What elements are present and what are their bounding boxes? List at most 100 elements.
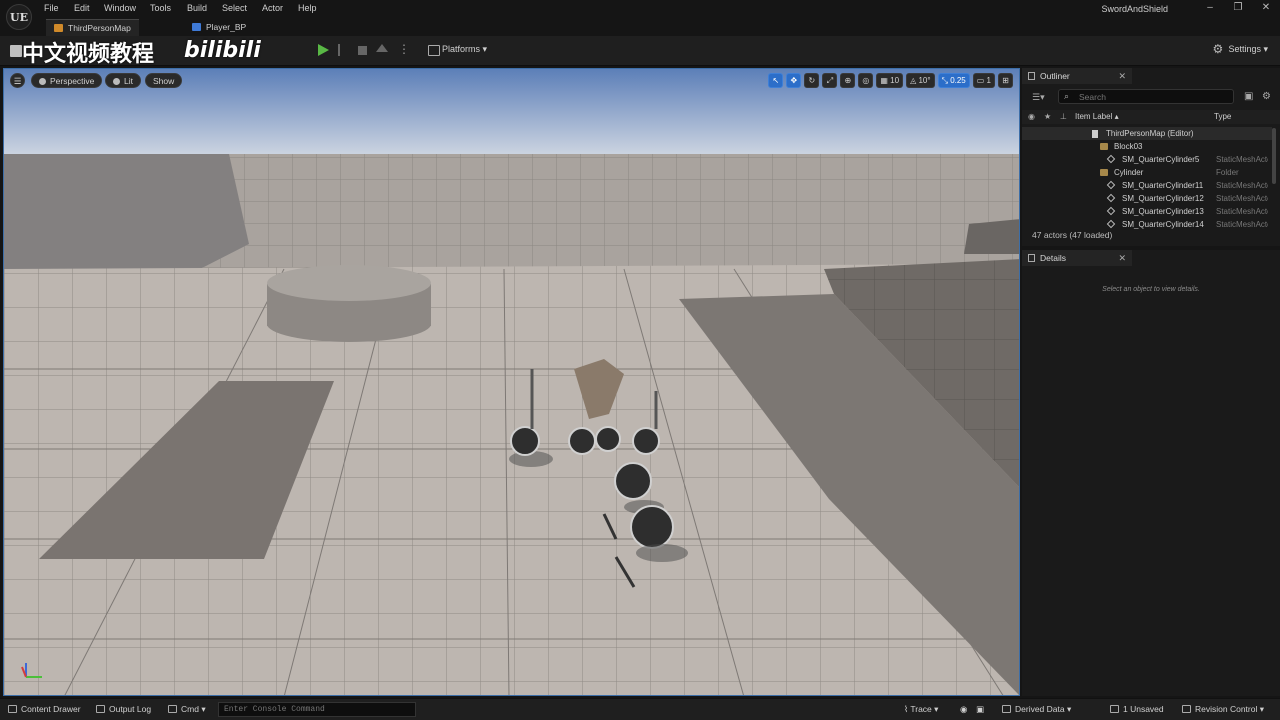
derived-data-label: Derived Data <box>1015 704 1065 714</box>
menu-help[interactable]: Help <box>298 3 317 13</box>
pin-icon[interactable]: ⊥ <box>1060 110 1067 124</box>
save-icon[interactable] <box>10 45 22 57</box>
tab-thirdpersonmap[interactable]: ThirdPersonMap <box>46 19 139 36</box>
outliner-column-header: ◉ ★ ⊥ Item Label ▴ Type <box>1022 110 1280 124</box>
skip-icon[interactable] <box>338 44 348 56</box>
rotate-tool-icon[interactable]: ↻ <box>804 73 820 88</box>
menu-edit[interactable]: Edit <box>74 3 90 13</box>
camera-speed-button[interactable]: ▭ 1 <box>972 73 995 88</box>
details-empty-message: Select an object to view details. <box>1102 286 1200 293</box>
maximize-button[interactable]: ❐ <box>1224 1 1252 15</box>
mesh-icon <box>1106 219 1116 229</box>
outliner-row[interactable]: ThirdPersonMap (Editor) <box>1022 127 1272 140</box>
translate-tool-icon[interactable]: ✥ <box>786 73 802 88</box>
content-drawer-icon <box>8 705 17 713</box>
menu-actor[interactable]: Actor <box>262 3 283 13</box>
minimize-button[interactable]: – <box>1196 1 1224 15</box>
tab-details[interactable]: Details ✕ <box>1022 250 1132 266</box>
menu-window[interactable]: Window <box>104 3 136 13</box>
derived-data-dropdown[interactable]: Derived Data ▾ <box>1002 704 1071 715</box>
cylinder-top <box>267 265 431 301</box>
outliner-row-type: Folder <box>1216 168 1239 177</box>
outliner-row[interactable]: SM_QuarterCylinder5 StaticMeshActor <box>1022 153 1272 166</box>
folder-icon <box>1100 143 1108 150</box>
outliner-row[interactable]: SM_QuarterCylinder11 StaticMeshActor <box>1022 179 1272 192</box>
viewport-scene[interactable] <box>4 69 1020 696</box>
camera-speed-value: 1 <box>986 76 991 85</box>
scale-snap-toggle[interactable]: ⤡ 0.25 <box>937 73 970 88</box>
bilibili-logo: bilibili <box>184 38 261 63</box>
close-icon[interactable]: ✕ <box>1118 250 1126 266</box>
menu-tools[interactable]: Tools <box>150 3 171 13</box>
close-window-button[interactable]: ✕ <box>1252 1 1280 15</box>
outliner-row-label: SM_QuarterCylinder5 <box>1122 155 1200 164</box>
lit-dropdown[interactable]: Lit <box>105 73 141 88</box>
column-item-label[interactable]: Item Label ▴ <box>1075 110 1119 124</box>
perspective-dropdown[interactable]: Perspective <box>31 73 103 88</box>
outliner-title: Outliner <box>1040 71 1070 81</box>
outliner-search[interactable]: ⌕ <box>1058 89 1234 104</box>
menu-build[interactable]: Build <box>187 3 207 13</box>
visibility-icon[interactable]: ◉ <box>1028 110 1035 124</box>
perspective-label: Perspective <box>50 76 95 86</box>
outliner-settings-icon[interactable]: ⚙ <box>1262 91 1271 102</box>
content-drawer-button[interactable]: Content Drawer <box>8 704 81 714</box>
outliner-row-label: SM_QuarterCylinder12 <box>1122 194 1204 203</box>
trace-dropdown[interactable]: ⌇ Trace ▾ <box>904 704 938 715</box>
scale-tool-icon[interactable]: ⤢ <box>822 73 838 88</box>
star-icon[interactable]: ★ <box>1044 110 1051 124</box>
surface-snap-icon[interactable]: ◎ <box>858 73 874 88</box>
outliner-row[interactable]: Cylinder Folder <box>1022 166 1272 179</box>
details-title: Details <box>1040 253 1066 263</box>
trace-label: Trace <box>910 704 932 714</box>
output-log-button[interactable]: Output Log <box>96 704 151 714</box>
output-log-label: Output Log <box>109 704 152 714</box>
unsaved-button[interactable]: 1 Unsaved <box>1110 704 1164 714</box>
outliner-row-label: Cylinder <box>1114 168 1144 177</box>
details-panel: Details ✕ Select an object to view detai… <box>1022 250 1280 696</box>
menu-select[interactable]: Select <box>222 3 247 13</box>
filter-icon[interactable]: ☰▾ <box>1032 92 1045 103</box>
grid-snap-toggle[interactable]: ▦ 10 <box>876 73 904 88</box>
revision-control-dropdown[interactable]: Revision Control ▾ <box>1182 704 1264 715</box>
outliner-row[interactable]: Block03 <box>1022 140 1272 153</box>
lit-label: Lit <box>124 76 133 86</box>
stop-button[interactable] <box>358 46 367 55</box>
tab-outliner[interactable]: Outliner ✕ <box>1022 68 1132 84</box>
level-viewport[interactable]: ☰ Perspective Lit Show ↖ ✥ ↻ ⤢ ⊕ ◎ ▦ 10 … <box>3 68 1020 696</box>
map-icon <box>1092 130 1098 138</box>
unreal-logo-icon[interactable]: UE <box>6 4 32 30</box>
output-log-icon <box>96 705 105 713</box>
outliner-row[interactable]: SM_QuarterCylinder13 StaticMeshActor <box>1022 205 1272 218</box>
add-folder-icon[interactable]: ▣ <box>1244 91 1253 102</box>
status-bar: Content Drawer Output Log Cmd ▾ ⌇ Trace … <box>0 698 1280 720</box>
block-far-right <box>964 219 1019 254</box>
menu-file[interactable]: File <box>44 3 59 13</box>
eject-button[interactable] <box>376 44 388 52</box>
search-input[interactable] <box>1059 90 1233 103</box>
cmd-dropdown[interactable]: Cmd ▾ <box>168 704 206 715</box>
watermark-text: 中文视频教程 <box>22 42 155 67</box>
select-tool-icon[interactable]: ↖ <box>768 73 784 88</box>
column-type[interactable]: Type <box>1214 110 1231 124</box>
close-icon[interactable]: ✕ <box>1118 68 1126 84</box>
platforms-dropdown[interactable]: Platforms ▾ <box>428 44 487 56</box>
settings-button[interactable]: ⚙ Settings ▾ <box>1212 42 1268 56</box>
record-icon[interactable]: ◉ <box>960 704 967 715</box>
world-space-icon[interactable]: ⊕ <box>840 73 856 88</box>
mesh-icon <box>1106 154 1116 164</box>
console-input[interactable] <box>219 703 415 716</box>
outliner-row[interactable]: SM_QuarterCylinder12 StaticMeshActor <box>1022 192 1272 205</box>
rotation-snap-toggle[interactable]: ◬ 10° <box>906 73 935 88</box>
console-command-field[interactable] <box>218 702 416 717</box>
document-tabs: ThirdPersonMap Player_BP <box>40 18 1280 36</box>
actor-count: 47 actors (47 loaded) <box>1032 230 1113 240</box>
outliner-scrollbar[interactable] <box>1272 128 1276 184</box>
viewport-menu-button[interactable]: ☰ <box>10 73 25 88</box>
tab-player-bp[interactable]: Player_BP <box>184 19 254 36</box>
layout-icon[interactable]: ⊞ <box>998 73 1013 88</box>
show-dropdown[interactable]: Show <box>145 73 183 88</box>
camera-icon[interactable]: ▣ <box>976 704 984 715</box>
play-button[interactable] <box>318 44 329 56</box>
play-options-icon[interactable]: ⋮ <box>398 42 410 56</box>
